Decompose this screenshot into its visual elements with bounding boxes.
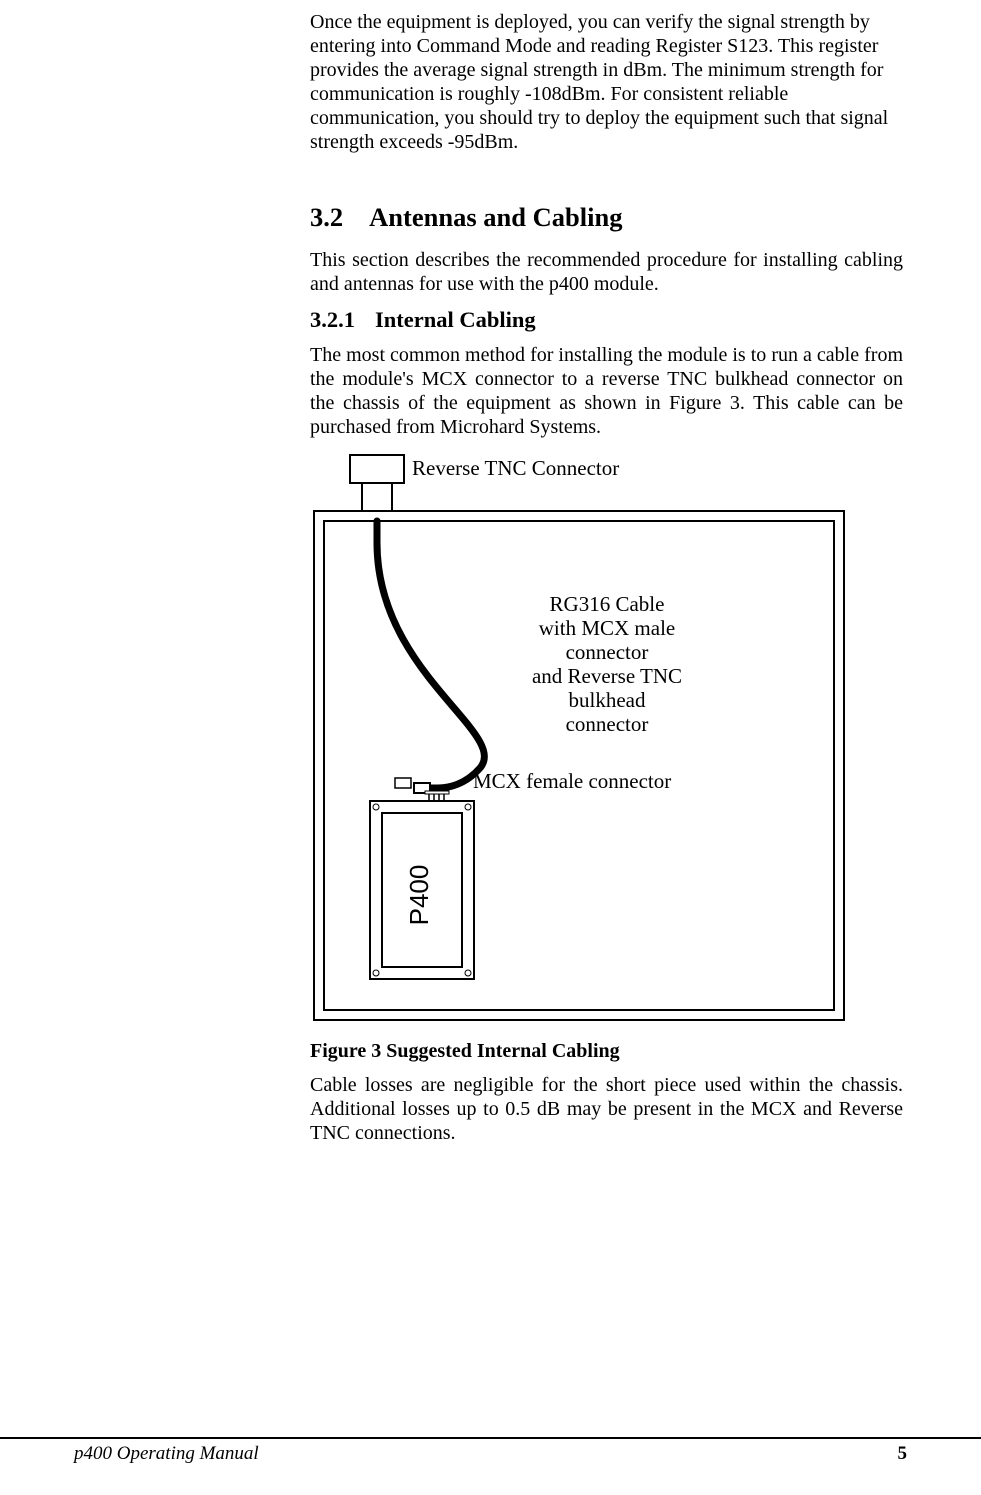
section-3-2-number: 3.2 — [310, 202, 343, 234]
intro-paragraph: Once the equipment is deployed, you can … — [310, 10, 903, 154]
section-3-2-1-title: Internal Cabling — [375, 307, 536, 332]
label-cable-line4: and Reverse TNC — [532, 664, 682, 688]
section-3-2-1-heading: 3.2.1 Internal Cabling — [310, 306, 903, 333]
footer-page-number: 5 — [898, 1443, 908, 1465]
section-3-2-title: Antennas and Cabling — [369, 202, 622, 232]
section-3-2-1-para1: The most common method for installing th… — [310, 343, 903, 439]
section-3-2-1-para2: Cable losses are negligible for the shor… — [310, 1073, 903, 1145]
figure-3-diagram: Reverse TNC Connector RG316 Cable with M… — [310, 453, 903, 1023]
section-3-2-heading: 3.2 Antennas and Cabling — [310, 202, 903, 234]
label-reverse-tnc: Reverse TNC Connector — [412, 456, 619, 480]
label-cable-line6: connector — [566, 712, 649, 736]
section-3-2-intro: This section describes the recommended p… — [310, 248, 903, 296]
label-cable-line3: connector — [566, 640, 649, 664]
section-3-2-1-number: 3.2.1 — [310, 306, 355, 333]
figure-3-caption: Figure 3 Suggested Internal Cabling — [310, 1039, 903, 1063]
label-cable-line2: with MCX male — [539, 616, 676, 640]
label-module: P400 — [404, 864, 434, 925]
page-footer: p400 Operating Manual 5 — [0, 1437, 981, 1465]
label-mcx-female: MCX female connector — [473, 769, 671, 793]
footer-doc-title: p400 Operating Manual — [74, 1443, 259, 1465]
label-cable-line1: RG316 Cable — [550, 592, 665, 616]
label-cable-line5: bulkhead — [569, 688, 646, 712]
